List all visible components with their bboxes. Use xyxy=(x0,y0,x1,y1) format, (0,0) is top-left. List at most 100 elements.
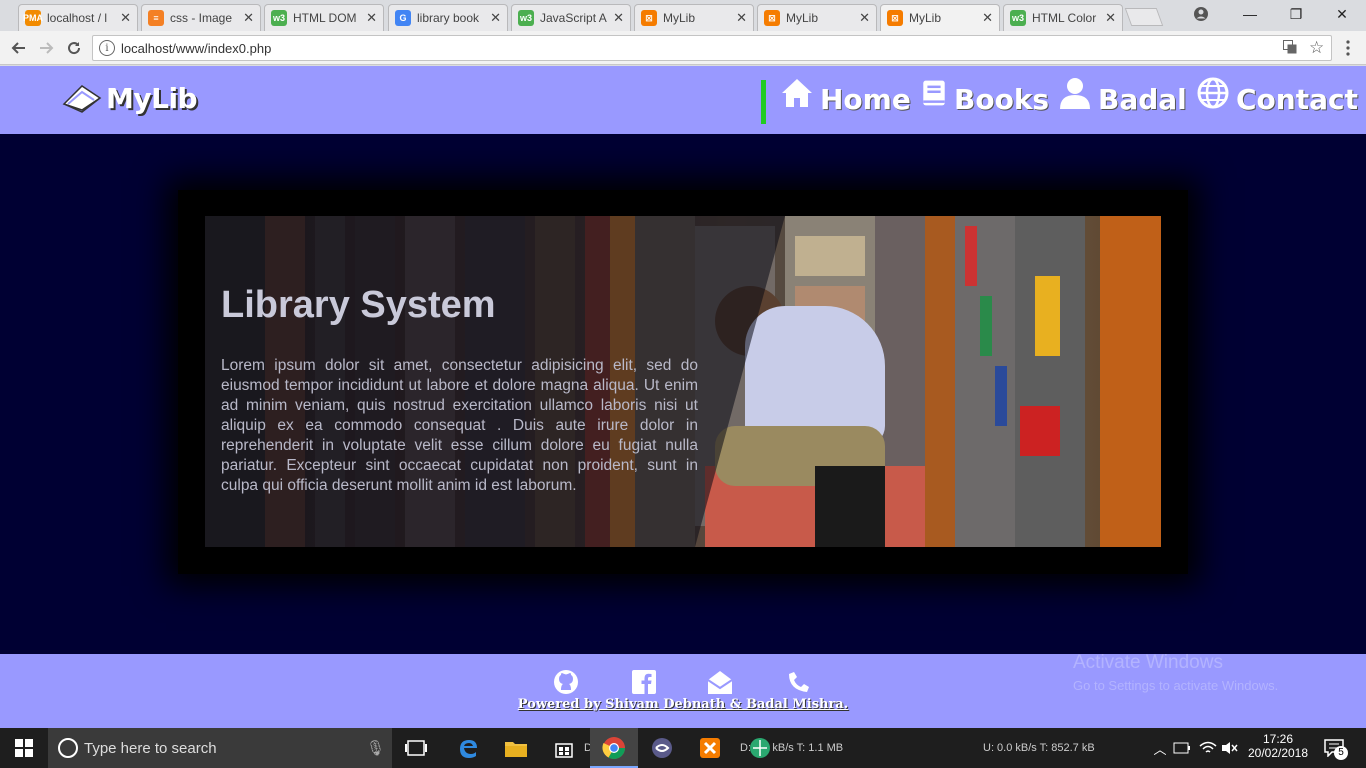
browser-tab[interactable]: w3 HTML Color ✕ xyxy=(1003,4,1123,31)
forward-button[interactable] xyxy=(35,37,57,59)
nav-separator xyxy=(761,80,766,124)
stackoverflow-icon: ≡ xyxy=(148,10,164,26)
clock-time: 17:26 xyxy=(1262,732,1294,746)
reload-button[interactable] xyxy=(63,37,85,59)
browser-tab[interactable]: G library book ✕ xyxy=(388,4,508,31)
logo-text: MyLib xyxy=(106,81,198,115)
windows-taskbar: Type here to search 🎙 DH D: 0.0 kB/s T: … xyxy=(0,728,1366,768)
nav-label: Books xyxy=(954,83,1050,116)
photo-book xyxy=(1020,406,1060,456)
user-icon xyxy=(1060,78,1090,109)
site-info-icon[interactable]: i xyxy=(99,40,115,56)
browser-tab[interactable]: w3 JavaScript A ✕ xyxy=(511,4,631,31)
nav-contact[interactable]: Contact xyxy=(1196,76,1358,116)
back-button[interactable] xyxy=(8,37,30,59)
profile-icon[interactable] xyxy=(1178,0,1224,28)
chrome-taskbar-button[interactable] xyxy=(590,728,638,768)
edge-icon[interactable] xyxy=(456,736,480,760)
tab-title: MyLib xyxy=(663,11,696,25)
phone-icon[interactable] xyxy=(785,668,813,696)
battery-icon[interactable] xyxy=(1170,736,1194,760)
close-tab-icon[interactable]: ✕ xyxy=(736,10,747,26)
close-tab-icon[interactable]: ✕ xyxy=(243,10,254,26)
taskbar-clock[interactable]: 17:26 20/02/2018 xyxy=(1246,732,1310,760)
browser-tab-active[interactable]: ⊠ MyLib ✕ xyxy=(880,4,1000,31)
site-logo[interactable]: MyLib xyxy=(60,80,198,116)
globe-icon xyxy=(1197,77,1229,109)
close-tab-icon[interactable]: ✕ xyxy=(859,10,870,26)
taskbar-search[interactable]: Type here to search 🎙 xyxy=(48,728,392,768)
hero-description: Lorem ipsum dolor sit amet, consectetur … xyxy=(221,357,698,494)
tab-title: JavaScript A xyxy=(540,11,607,25)
photo-book xyxy=(965,226,977,286)
tab-title: HTML DOM xyxy=(293,11,357,25)
github-icon[interactable] xyxy=(552,668,580,696)
site-header: MyLib Home Books Badal Contact xyxy=(0,66,1366,134)
xampp-icon[interactable] xyxy=(698,736,722,760)
nav-badal[interactable]: Badal xyxy=(1058,76,1187,116)
phpmyadmin-icon: PMA xyxy=(23,10,43,26)
photo-bookshelf xyxy=(925,216,955,547)
page-viewport: MyLib Home Books Badal Contact Library S… xyxy=(0,66,1366,728)
minimize-button[interactable]: — xyxy=(1227,0,1273,28)
close-tab-icon[interactable]: ✕ xyxy=(366,10,377,26)
photo-stool xyxy=(815,466,885,547)
clock-date: 20/02/2018 xyxy=(1247,746,1309,760)
network-upload-stats: U: 0.0 kB/s T: 852.7 kB xyxy=(983,742,1095,754)
close-tab-icon[interactable]: ✕ xyxy=(982,10,993,26)
app-globe-icon[interactable] xyxy=(748,736,772,760)
nav-label: Badal xyxy=(1098,83,1187,116)
bittorrent-icon[interactable] xyxy=(650,736,674,760)
browser-tab[interactable]: ≡ css - Image ✕ xyxy=(141,4,261,31)
maximize-button[interactable]: ❐ xyxy=(1273,0,1319,28)
xampp-icon: ⊠ xyxy=(641,10,657,26)
microphone-icon[interactable]: 🎙 xyxy=(366,739,385,757)
tab-title: css - Image xyxy=(170,11,233,25)
address-url: localhost/www/index0.php xyxy=(121,41,272,56)
home-icon xyxy=(782,79,812,107)
volume-muted-icon[interactable] xyxy=(1218,736,1242,760)
photo-bookshelf xyxy=(1100,216,1161,547)
photo-book xyxy=(980,296,992,356)
nav-label: Home xyxy=(820,83,911,116)
address-bar[interactable]: i localhost/www/index0.php ☆ xyxy=(92,35,1332,61)
close-tab-icon[interactable]: ✕ xyxy=(490,10,501,26)
tab-title: MyLib xyxy=(786,11,819,25)
tab-title: library book xyxy=(417,11,480,25)
w3schools-icon: w3 xyxy=(1010,10,1026,26)
task-view-icon[interactable] xyxy=(404,736,428,760)
close-tab-icon[interactable]: ✕ xyxy=(613,10,624,26)
action-center-icon[interactable]: 5 xyxy=(1322,736,1348,760)
browser-tab[interactable]: w3 HTML DOM ✕ xyxy=(264,4,384,31)
xampp-icon: ⊠ xyxy=(887,10,903,26)
hero-banner: Library System Lorem ipsum dolor sit ame… xyxy=(205,216,1161,547)
powered-by-credit[interactable]: Powered by Shivam Debnath & Badal Mishra… xyxy=(0,697,1366,712)
hero-title: Library System xyxy=(221,284,496,326)
chrome-menu-icon[interactable] xyxy=(1337,37,1359,59)
book-icon xyxy=(923,80,945,106)
start-button[interactable] xyxy=(0,728,48,768)
mail-icon[interactable] xyxy=(706,668,734,696)
browser-tab[interactable]: PMA localhost / l ✕ xyxy=(18,4,138,31)
nav-label: Contact xyxy=(1236,83,1358,116)
close-tab-icon[interactable]: ✕ xyxy=(120,10,131,26)
new-tab-button[interactable] xyxy=(1124,8,1164,26)
facebook-icon[interactable] xyxy=(630,668,658,696)
browser-tab-strip: PMA localhost / l ✕ ≡ css - Image ✕ w3 H… xyxy=(0,0,1366,31)
close-tab-icon[interactable]: ✕ xyxy=(1105,10,1116,26)
search-placeholder: Type here to search xyxy=(84,740,217,757)
show-hidden-icons[interactable]: ︿ xyxy=(1148,736,1172,760)
notification-count-badge: 5 xyxy=(1334,746,1348,760)
browser-tab[interactable]: ⊠ MyLib ✕ xyxy=(634,4,754,31)
bookmark-star-icon[interactable]: ☆ xyxy=(1309,38,1324,58)
cortana-icon xyxy=(58,738,78,758)
nav-books[interactable]: Books xyxy=(920,76,1049,116)
file-explorer-icon[interactable] xyxy=(504,736,528,760)
xampp-icon: ⊠ xyxy=(764,10,780,26)
translate-icon[interactable] xyxy=(1283,40,1297,57)
close-window-button[interactable]: ✕ xyxy=(1319,0,1365,28)
store-icon[interactable] xyxy=(552,736,576,760)
wifi-icon[interactable] xyxy=(1196,736,1220,760)
nav-home[interactable]: Home xyxy=(780,76,911,116)
browser-tab[interactable]: ⊠ MyLib ✕ xyxy=(757,4,877,31)
